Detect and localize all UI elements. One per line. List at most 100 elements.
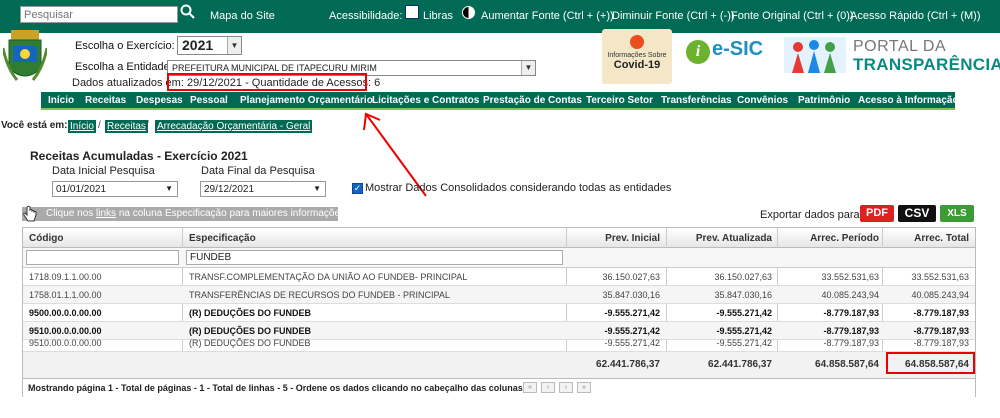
covid-info-banner[interactable]: Informações Sobre Covid-19 <box>602 29 672 84</box>
top-bar: Mapa do Site Acessibilidade: Libras Aume… <box>0 0 1000 33</box>
cell-especificacao[interactable]: (R) DEDUÇÕES DO FUNDEB <box>189 308 311 318</box>
revenue-table: Código Especificação Prev. Inicial Prev.… <box>22 227 976 397</box>
pager-text: Mostrando página 1 - Total de páginas - … <box>28 383 526 393</box>
search-input[interactable] <box>20 6 178 23</box>
year-value: 2021 <box>182 37 214 53</box>
total-prev-inicial: 62.441.786,37 <box>596 359 660 370</box>
nav-item-transferencias[interactable]: Transferências <box>661 95 732 106</box>
libras-link[interactable]: Libras <box>423 10 453 22</box>
chevron-down-icon: ▼ <box>521 61 535 75</box>
info-text-post: na coluna Especificação para maiores inf… <box>116 208 348 219</box>
col-header-prev-atualizada[interactable]: Prev. Atualizada <box>696 233 772 244</box>
table-row: 1758.01.1.1.00.00 TRANSFERÊNCIAS DE RECU… <box>23 286 975 304</box>
total-prev-atualizada: 62.441.786,37 <box>708 359 772 370</box>
nav-item-prestacao-contas[interactable]: Prestação de Contas <box>483 95 582 106</box>
year-label: Escolha o Exercício: <box>75 40 175 52</box>
prev-page-icon[interactable]: ‹ <box>541 382 555 393</box>
decrease-font-link[interactable]: Diminuir Fonte (Ctrl + (-)) <box>612 10 735 22</box>
col-header-codigo[interactable]: Código <box>29 233 63 244</box>
info-text-pre: Clique nos <box>46 208 97 219</box>
codigo-filter-input[interactable] <box>26 250 179 265</box>
cell-arrec-periodo: 40.085.243,94 <box>821 290 879 300</box>
nav-item-planejamento[interactable]: Planejamento Orçamentário <box>240 95 373 106</box>
chevron-down-icon: ▼ <box>165 184 173 193</box>
cell-prev-atualizada: -9.555.271,42 <box>716 308 772 318</box>
filter-row: FUNDEB <box>23 248 975 268</box>
table-header: Código Especificação Prev. Inicial Prev.… <box>23 228 975 248</box>
cell-prev-inicial: -9.555.271,42 <box>604 308 660 318</box>
nav-item-pessoal[interactable]: Pessoal <box>190 95 228 106</box>
original-font-link[interactable]: Fonte Original (Ctrl + (0)) <box>731 10 854 22</box>
page-title: Receitas Acumuladas - Exercício 2021 <box>30 149 248 163</box>
libras-icon[interactable] <box>405 5 419 19</box>
highlight-box-total <box>886 352 975 374</box>
cell-especificacao[interactable]: TRANSFERÊNCIAS DE RECURSOS DO FUNDEB - P… <box>189 290 450 300</box>
first-page-icon[interactable]: « <box>523 382 537 393</box>
cell-prev-atualizada: 35.847.030,16 <box>714 290 772 300</box>
start-date-label: Data Inicial Pesquisa <box>52 165 155 177</box>
esic-logo[interactable]: i e-SIC <box>686 38 776 70</box>
nav-item-acesso-informacao[interactable]: Acesso à Informação <box>858 95 959 106</box>
cell-codigo: 9500.00.0.0.00.00 <box>29 308 102 318</box>
table-row: 9510.00.0.0.00.00 (R) DEDUÇÕES DO FUNDEB… <box>23 334 975 352</box>
end-date-value: 29/12/2021 <box>204 184 255 195</box>
breadcrumb-separator: / <box>98 120 101 131</box>
covid-small-text: Informações Sobre <box>607 52 667 59</box>
cell-especificacao[interactable]: (R) DEDUÇÕES DO FUNDEB <box>189 338 311 348</box>
cell-prev-inicial: -9.555.271,42 <box>604 338 660 348</box>
nav-item-receitas[interactable]: Receitas <box>85 95 126 106</box>
cell-prev-inicial: 35.847.030,16 <box>602 290 660 300</box>
chevron-down-icon: ▼ <box>227 37 241 54</box>
cell-arrec-total: 40.085.243,94 <box>911 290 969 300</box>
cell-arrec-total: -8.779.187,93 <box>913 338 969 348</box>
info-link[interactable]: links <box>96 208 116 219</box>
cell-arrec-periodo: -8.779.187,93 <box>823 308 879 318</box>
breadcrumb-receitas[interactable]: Receitas <box>105 120 148 133</box>
nav-item-inicio[interactable]: Início <box>48 95 74 106</box>
start-date-select[interactable]: 01/01/2021 ▼ <box>52 181 178 197</box>
cell-arrec-periodo: -8.779.187,93 <box>823 338 879 348</box>
esic-text: e-SIC <box>712 38 764 60</box>
entity-label: Escolha a Entidade: <box>75 61 173 73</box>
next-page-icon[interactable]: › <box>559 382 573 393</box>
col-header-arrec-periodo[interactable]: Arrec. Período <box>810 233 879 244</box>
breadcrumb-inicio[interactable]: Início <box>68 120 96 133</box>
quick-access-link[interactable]: Acesso Rápido (Ctrl + (M)) <box>850 10 981 22</box>
nav-item-licitacoes[interactable]: Licitações e Contratos <box>372 95 479 106</box>
pointer-hand-icon <box>23 205 37 222</box>
nav-item-despesas[interactable]: Despesas <box>136 95 183 106</box>
municipal-crest-logo[interactable] <box>3 28 47 88</box>
info-hint-bar: Clique nos links na coluna Especificação… <box>22 207 348 221</box>
consolidated-checkbox[interactable]: ✓ <box>352 183 363 194</box>
esic-icon: i <box>686 40 710 64</box>
highlight-box-updated <box>167 73 367 91</box>
search-icon[interactable] <box>180 4 196 20</box>
nav-item-convenios[interactable]: Convênios <box>737 95 788 106</box>
cell-arrec-periodo: 33.552.531,63 <box>821 272 879 282</box>
end-date-select[interactable]: 29/12/2021 ▼ <box>200 181 326 197</box>
cell-codigo: 1758.01.1.1.00.00 <box>29 290 102 300</box>
cell-especificacao[interactable]: TRANSF.COMPLEMENTAÇÃO DA UNIÃO AO FUNDEB… <box>189 272 467 282</box>
export-pdf-button[interactable]: PDF <box>860 205 894 222</box>
export-csv-button[interactable]: CSV <box>898 205 936 222</box>
site-map-link[interactable]: Mapa do Site <box>210 10 275 22</box>
especificacao-filter-input[interactable]: FUNDEB <box>186 250 563 265</box>
last-page-icon[interactable]: » <box>577 382 591 393</box>
export-xls-button[interactable]: XLS <box>940 205 974 222</box>
increase-font-link[interactable]: Aumentar Fonte (Ctrl + (+)) <box>481 10 614 22</box>
nav-item-terceiro-setor[interactable]: Terceiro Setor <box>586 95 653 106</box>
covid-big-text: Covid-19 <box>613 59 661 71</box>
breadcrumb-arrecadacao[interactable]: Arrecadação Orçamentária - Geral <box>155 120 313 133</box>
nav-item-patrimonio[interactable]: Patrimônio <box>798 95 850 106</box>
contrast-icon[interactable] <box>462 6 475 19</box>
chevron-down-icon: ▼ <box>313 184 321 193</box>
accessibility-label: Acessibilidade: <box>329 10 403 22</box>
col-header-prev-inicial[interactable]: Prev. Inicial <box>605 233 660 244</box>
start-date-value: 01/01/2021 <box>56 184 107 195</box>
col-header-arrec-total[interactable]: Arrec. Total <box>914 233 969 244</box>
year-select[interactable]: 2021 ▼ <box>177 36 242 55</box>
cell-prev-atualizada: -9.555.271,42 <box>716 338 772 348</box>
transparency-portal-icon[interactable] <box>784 33 846 77</box>
col-header-especificacao[interactable]: Especificação <box>189 233 256 244</box>
cell-prev-atualizada: 36.150.027,63 <box>714 272 772 282</box>
